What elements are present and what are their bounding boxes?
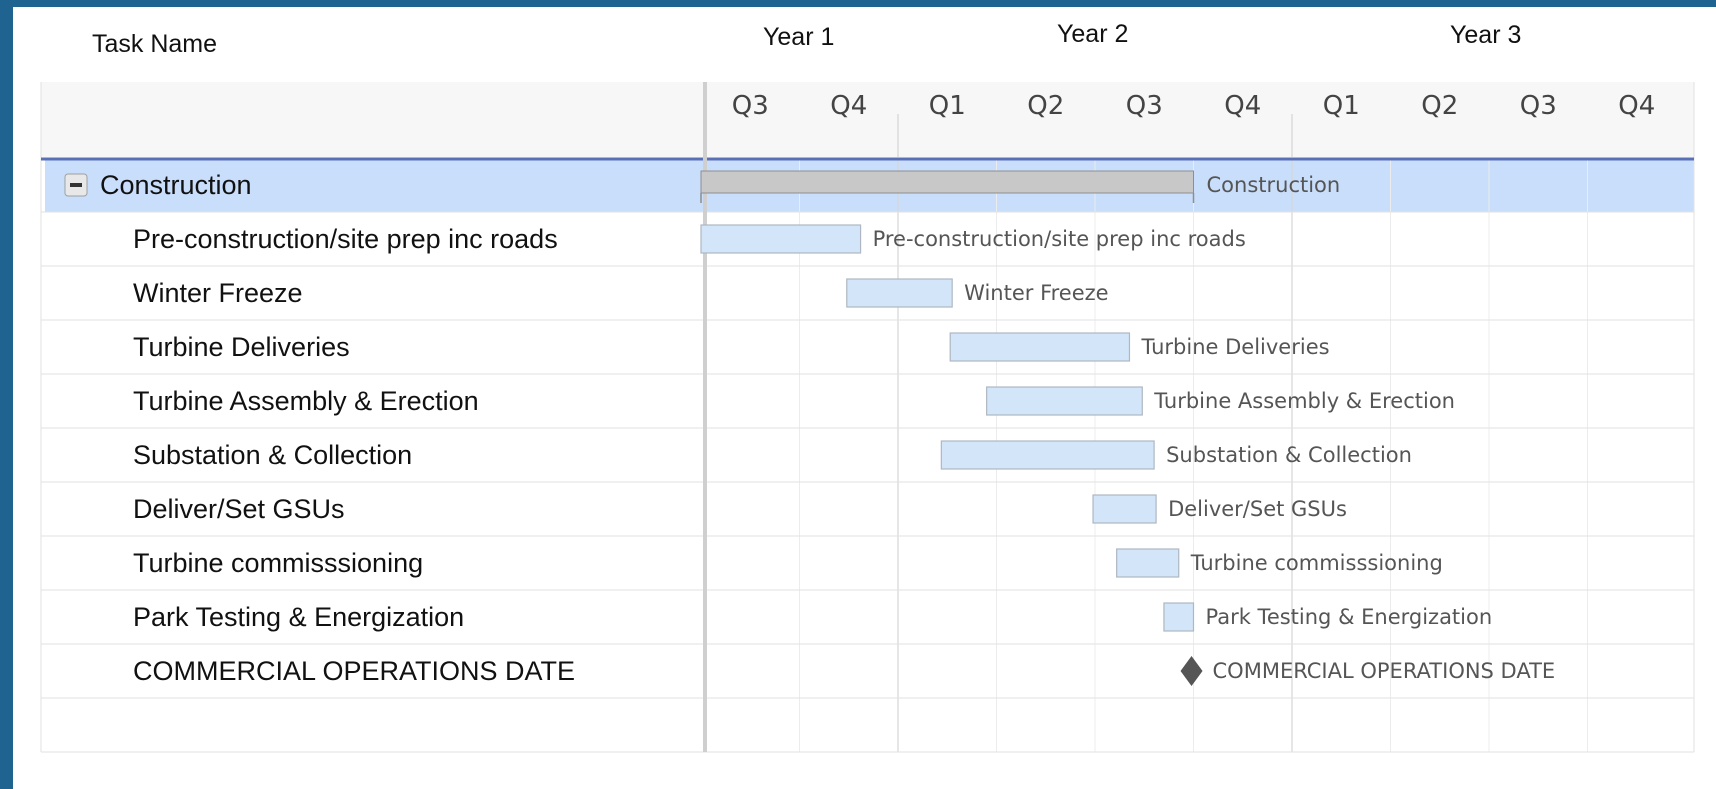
task-bar[interactable]: [949, 332, 1131, 362]
quarter-label: Q1: [1323, 91, 1360, 121]
task-bar[interactable]: [700, 224, 862, 254]
milestone-diamond[interactable]: [1180, 656, 1203, 686]
quarter-label: Q3: [732, 91, 769, 121]
task-name[interactable]: Turbine commisssioning: [133, 548, 423, 578]
bar-label: Park Testing & Energization: [1206, 605, 1493, 629]
bar-label: Deliver/Set GSUs: [1168, 497, 1347, 521]
task-name[interactable]: Deliver/Set GSUs: [133, 494, 345, 524]
bar-label: Turbine Assembly & Erection: [1153, 389, 1455, 413]
task-name[interactable]: COMMERCIAL OPERATIONS DATE: [133, 656, 575, 686]
quarter-label: Q3: [1520, 91, 1557, 121]
task-name[interactable]: Turbine Deliveries: [133, 332, 350, 362]
quarter-label: Q2: [1027, 91, 1064, 121]
quarter-label: Q3: [1126, 91, 1163, 121]
task-bar[interactable]: [940, 440, 1155, 470]
bar-label: Turbine Deliveries: [1140, 335, 1329, 359]
task-bar[interactable]: [1116, 548, 1180, 578]
bar-label: Construction: [1207, 173, 1341, 197]
summary-bar[interactable]: [700, 170, 1194, 194]
minus-icon[interactable]: [70, 183, 82, 187]
quarter-label: Q1: [929, 91, 966, 121]
task-bar[interactable]: [1092, 494, 1157, 524]
task-name[interactable]: Turbine Assembly & Erection: [133, 386, 479, 416]
task-name[interactable]: Substation & Collection: [133, 440, 412, 470]
task-bar[interactable]: [1163, 602, 1195, 632]
bar-label: Pre-construction/site prep inc roads: [873, 227, 1246, 251]
quarter-label: Q2: [1421, 91, 1458, 121]
gantt-chart: Q3 Q4 Q1 Q2 Q3 Q4 Q1 Q2 Q3 Q4 Construction Construc…: [40, 82, 1695, 753]
quarter-label: Q4: [1224, 91, 1261, 121]
task-bar[interactable]: [986, 386, 1143, 416]
quarter-label: Q4: [830, 91, 867, 121]
bar-label: Substation & Collection: [1166, 443, 1412, 467]
task-name[interactable]: Park Testing & Energization: [133, 602, 464, 632]
task-bar[interactable]: [846, 278, 953, 308]
bar-label: Turbine commisssioning: [1190, 551, 1443, 575]
bar-label: COMMERCIAL OPERATIONS DATE: [1213, 659, 1556, 683]
quarter-label: Q4: [1618, 91, 1655, 121]
bar-label: Winter Freeze: [964, 281, 1108, 305]
task-name[interactable]: Pre-construction/site prep inc roads: [133, 224, 558, 254]
task-name[interactable]: Winter Freeze: [133, 278, 303, 308]
task-name[interactable]: Construction: [100, 170, 252, 200]
